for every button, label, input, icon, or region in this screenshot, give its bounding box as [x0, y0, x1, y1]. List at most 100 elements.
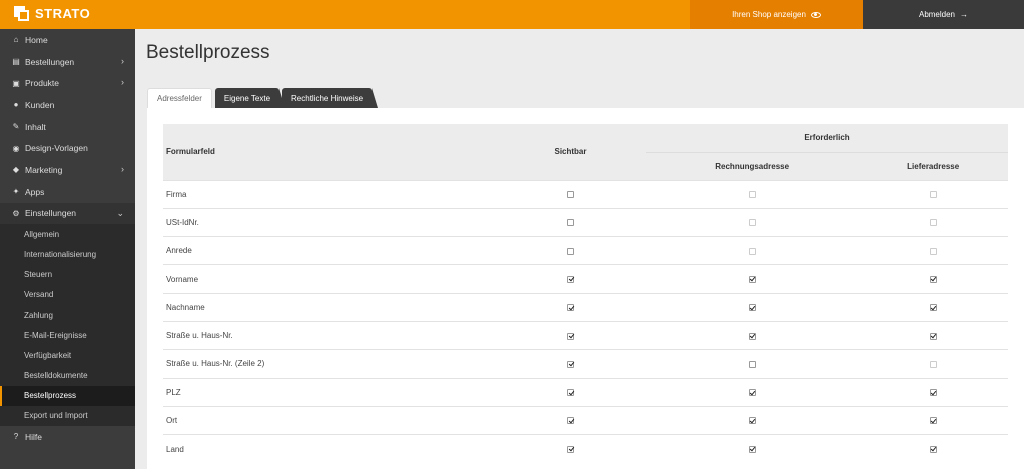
submenu-item-steuern[interactable]: Steuern: [0, 265, 135, 285]
submenu-item-internationalisierung[interactable]: Internationalisierung: [0, 244, 135, 264]
logo-mark-icon: [14, 6, 29, 21]
field-label: Land: [163, 434, 495, 463]
visible-cell: [495, 320, 646, 350]
table-row: Firma: [163, 179, 1008, 209]
billing-required-cell: [646, 207, 859, 237]
billing-required-checkbox[interactable]: [748, 445, 756, 453]
delivery-required-cell: [858, 320, 1008, 350]
tab-bar: Adressfelder Eigene Texte Rechtliche Hin…: [147, 88, 379, 108]
delivery-required-checkbox[interactable]: [929, 417, 937, 425]
billing-required-cell: [646, 292, 859, 322]
visible-checkbox[interactable]: [567, 275, 574, 283]
billing-required-checkbox[interactable]: [748, 275, 756, 283]
tab-eigene-texte[interactable]: Eigene Texte: [214, 88, 286, 108]
billing-required-checkbox: [748, 191, 756, 199]
delivery-required-checkbox[interactable]: [929, 332, 937, 340]
sidebar-item-produkte[interactable]: ▣ Produkte ›: [0, 72, 135, 94]
orders-icon: ▤: [12, 57, 20, 67]
sidebar-item-label: Marketing: [25, 164, 63, 175]
main-content: Bestellprozess Adressfelder Eigene Texte…: [135, 29, 1024, 469]
submenu-item-export-import[interactable]: Export und Import: [0, 406, 135, 426]
visible-checkbox[interactable]: [567, 304, 574, 312]
delivery-required-checkbox: [929, 191, 937, 199]
field-label: Straße u. Haus-Nr. (Zeile 2): [163, 349, 495, 379]
sidebar-item-apps[interactable]: ✦ Apps: [0, 181, 135, 203]
delivery-required-cell: [858, 292, 1008, 322]
table-row: Straße u. Haus-Nr. (Zeile 2): [163, 349, 1008, 379]
sidebar-item-home[interactable]: ⌂ Home: [0, 29, 135, 51]
visible-checkbox[interactable]: [567, 445, 574, 453]
logout-label: Abmelden: [918, 10, 956, 19]
user-icon: ●: [13, 100, 19, 110]
view-shop-button[interactable]: Ihren Shop anzeigen: [690, 0, 863, 29]
tab-rechtliche-hinweise[interactable]: Rechtliche Hinweise: [282, 88, 379, 108]
billing-required-cell: [646, 405, 859, 435]
sidebar-item-hilfe[interactable]: ? Hilfe: [0, 426, 135, 448]
question-icon: ?: [13, 432, 19, 442]
table-row: PLZ: [163, 377, 1008, 407]
logout-button[interactable]: Abmelden →: [863, 0, 1024, 29]
visible-cell: [495, 179, 646, 209]
visible-checkbox[interactable]: [567, 219, 574, 227]
table-row: Vorname: [163, 264, 1008, 294]
page-title: Bestellprozess: [146, 42, 270, 63]
submenu-item-bestellprozess[interactable]: Bestellprozess: [0, 385, 135, 406]
billing-required-cell: [646, 320, 859, 350]
sidebar-item-einstellungen[interactable]: ⚙ Einstellungen ⌄: [0, 202, 135, 225]
column-header-erforderlich: Erforderlich: [646, 124, 1008, 153]
chevron-right-icon: ›: [121, 164, 124, 175]
field-label: Nachname: [163, 292, 495, 322]
delivery-required-checkbox[interactable]: [929, 445, 937, 453]
submenu-item-verfuegbarkeit[interactable]: Verfügbarkeit: [0, 345, 135, 365]
delivery-required-checkbox: [929, 247, 937, 255]
chevron-down-icon: ⌄: [116, 207, 124, 218]
sidebar-item-kunden[interactable]: ● Kunden: [0, 94, 135, 116]
address-fields-table: Formularfeld Sichtbar Erforderlich Rechn…: [163, 124, 1008, 463]
sidebar-item-inhalt[interactable]: ✎ Inhalt: [0, 116, 135, 138]
visible-cell: [495, 434, 646, 463]
visible-checkbox[interactable]: [567, 360, 574, 368]
visible-cell: [495, 349, 646, 379]
column-header-lieferadresse: Lieferadresse: [858, 152, 1008, 180]
field-label: Anrede: [163, 236, 495, 265]
submenu-item-email-ereignisse[interactable]: E-Mail-Ereignisse: [0, 325, 135, 345]
submenu-item-versand[interactable]: Versand: [0, 285, 135, 305]
visible-checkbox[interactable]: [567, 191, 574, 199]
visible-checkbox[interactable]: [567, 389, 574, 397]
submenu-item-allgemein[interactable]: Allgemein: [0, 224, 135, 244]
delivery-required-checkbox: [929, 360, 937, 368]
billing-required-cell: [646, 434, 859, 463]
delivery-required-cell: [858, 236, 1008, 265]
sidebar-item-marketing[interactable]: ◆ Marketing ›: [0, 159, 135, 181]
billing-required-checkbox: [748, 219, 756, 227]
tab-adressfelder[interactable]: Adressfelder: [147, 88, 212, 108]
cart-icon: ▣: [12, 78, 20, 88]
tag-icon: ◆: [12, 165, 20, 175]
visible-checkbox[interactable]: [567, 247, 574, 255]
table-row: USt-IdNr.: [163, 207, 1008, 237]
submenu-item-zahlung[interactable]: Zahlung: [0, 305, 135, 325]
submenu-item-bestelldokumente[interactable]: Bestelldokumente: [0, 366, 135, 386]
delivery-required-cell: [858, 405, 1008, 435]
delivery-required-checkbox[interactable]: [929, 389, 937, 397]
strato-logo[interactable]: STRATO: [14, 6, 90, 21]
sidebar-item-label: Inhalt: [25, 121, 46, 132]
billing-required-checkbox[interactable]: [748, 417, 756, 425]
billing-required-checkbox[interactable]: [748, 304, 756, 312]
delivery-required-cell: [858, 264, 1008, 294]
delivery-required-checkbox[interactable]: [929, 275, 937, 283]
delivery-required-checkbox[interactable]: [929, 304, 937, 312]
sidebar-item-bestellungen[interactable]: ▤ Bestellungen ›: [0, 51, 135, 73]
field-label: Firma: [163, 179, 495, 209]
billing-required-checkbox[interactable]: [748, 332, 756, 340]
billing-required-checkbox[interactable]: [748, 389, 756, 397]
visible-cell: [495, 292, 646, 322]
sidebar-item-label: Hilfe: [25, 431, 43, 442]
sidebar-item-design[interactable]: ◉ Design-Vorlagen: [0, 137, 135, 159]
billing-required-checkbox[interactable]: [748, 360, 756, 368]
home-icon: ⌂: [13, 35, 19, 45]
visible-checkbox[interactable]: [567, 417, 574, 425]
gear-icon: ⚙: [12, 208, 20, 218]
chevron-right-icon: ›: [121, 77, 124, 88]
visible-checkbox[interactable]: [567, 332, 574, 340]
